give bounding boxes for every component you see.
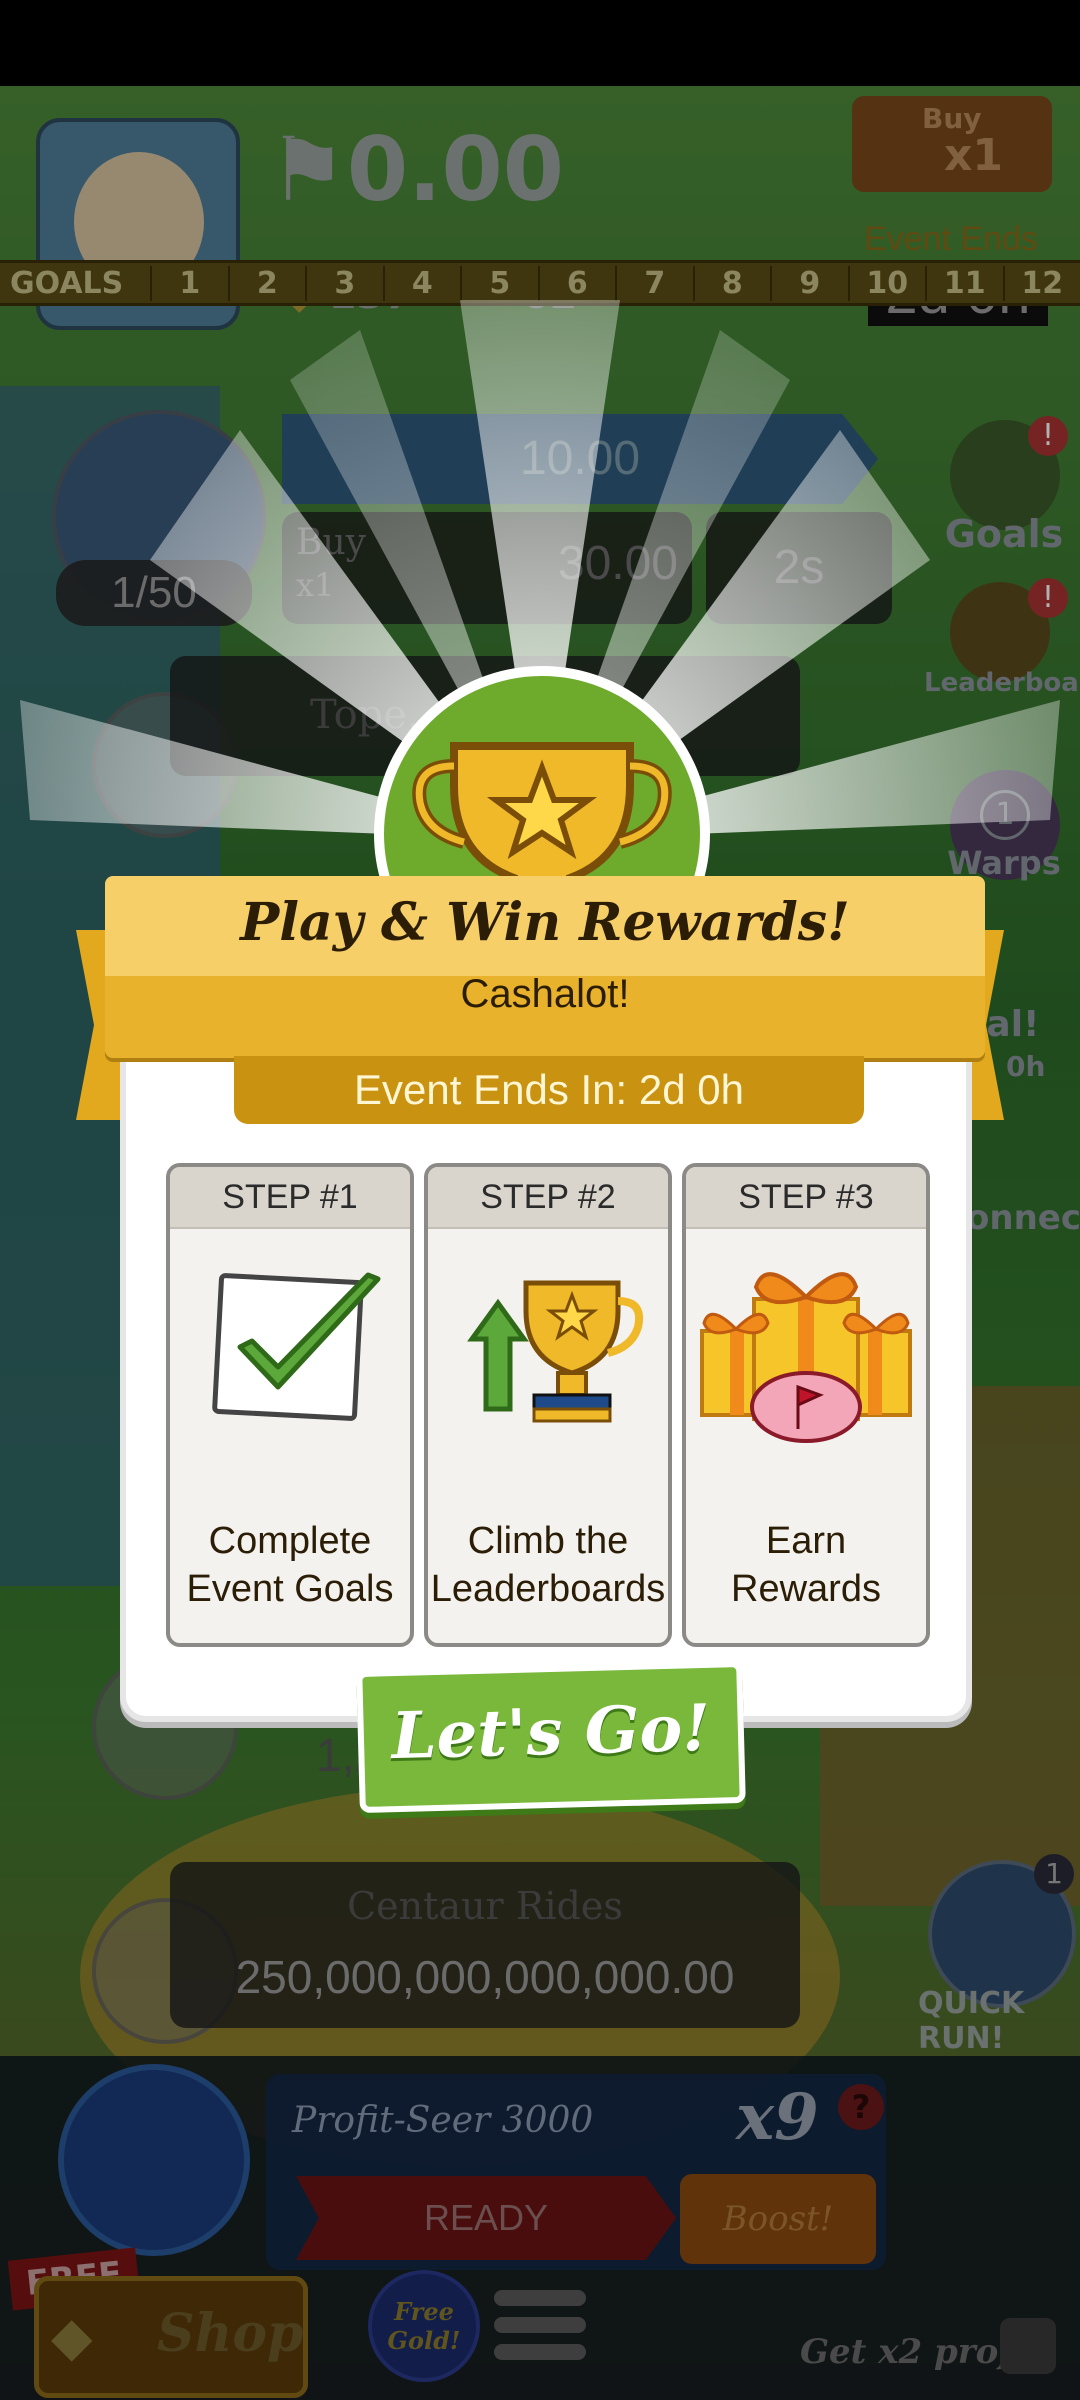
step-heading: STEP #3 (686, 1167, 926, 1229)
step-heading: STEP #2 (428, 1167, 668, 1229)
step-line: Climb the (467, 1520, 629, 1562)
trophy-climb-icon (467, 1280, 643, 1423)
step-description: Earn Rewards (686, 1517, 926, 1613)
step-line: Rewards (731, 1568, 881, 1610)
step-card-1: STEP #1 Complete Event Goals (166, 1163, 414, 1647)
step-line: Complete (208, 1520, 372, 1562)
modal-title: Play & Win Rewards! (240, 892, 850, 953)
step-line: Earn (765, 1520, 847, 1562)
step-description: Climb the Leaderboards (428, 1517, 668, 1613)
step-heading: STEP #1 (170, 1167, 410, 1229)
step-line: Leaderboards (430, 1568, 666, 1610)
step-card-2: STEP #2 Climb the Leaderboards (424, 1163, 672, 1647)
event-ends-banner: Event Ends In: 2d 0h (234, 1056, 864, 1124)
lets-go-button[interactable]: Let's Go! (356, 1660, 746, 1814)
step-description: Complete Event Goals (170, 1517, 410, 1613)
step-card-3: STEP #3 Earn Rewards (682, 1163, 930, 1647)
checkmark-icon (212, 1272, 381, 1421)
step-line: Event Goals (186, 1568, 394, 1610)
gift-boxes-icon (700, 1272, 912, 1443)
modal-subtitle: Cashalot! (460, 972, 630, 1016)
